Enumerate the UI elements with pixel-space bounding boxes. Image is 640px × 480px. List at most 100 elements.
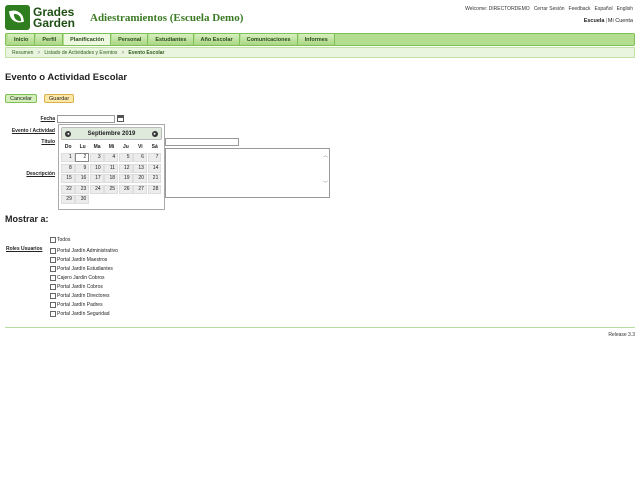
datepicker-day[interactable]: 12 bbox=[118, 163, 133, 173]
datepicker-day[interactable]: 15 bbox=[61, 174, 75, 184]
datepicker-day[interactable]: 3 bbox=[89, 153, 104, 163]
role-checkbox[interactable] bbox=[50, 237, 56, 243]
role-option[interactable]: Todos bbox=[50, 237, 70, 243]
tab-ano-escolar[interactable]: Año Escolar bbox=[194, 34, 240, 45]
tab-perfil[interactable]: Perfil bbox=[36, 34, 64, 45]
datepicker-day[interactable]: 16 bbox=[75, 174, 90, 184]
role-option[interactable]: Cajero Jardín Cobros bbox=[50, 275, 105, 281]
weekday-label: Mi bbox=[108, 144, 115, 151]
role-option[interactable]: Portal Jardín Seguridad bbox=[50, 311, 110, 317]
role-label: Cajero Jardín Cobros bbox=[57, 275, 105, 281]
datepicker-day[interactable]: 23 bbox=[75, 184, 90, 194]
datepicker-day[interactable]: 2 bbox=[75, 153, 90, 163]
datepicker-week-row: 15 16 17 18 19 20 21 bbox=[61, 174, 162, 185]
datepicker-month: Septiembre 2019 bbox=[87, 130, 136, 137]
datepicker-day[interactable]: 29 bbox=[61, 195, 75, 205]
tab-informes[interactable]: Informes bbox=[298, 34, 335, 45]
role-label: Todos bbox=[57, 237, 71, 243]
datepicker-empty-cell bbox=[148, 195, 162, 204]
datepicker-day[interactable]: 4 bbox=[104, 153, 119, 163]
role-option[interactable]: Portal Jardín Cobros bbox=[50, 284, 103, 290]
datepicker-day[interactable]: 17 bbox=[89, 174, 104, 184]
datepicker-day[interactable]: 20 bbox=[133, 174, 147, 184]
description-textarea[interactable]: ︿ ﹀ bbox=[165, 148, 330, 198]
prev-month-icon[interactable]: ◄ bbox=[65, 130, 71, 137]
title-input[interactable] bbox=[165, 138, 239, 146]
datepicker-grid: Do Lu Ma Mi Ju Vi Sá 1 2 3 4 5 6 7 8 9 10 11 12 13 14… bbox=[61, 142, 162, 205]
datepicker-day[interactable]: 18 bbox=[104, 174, 119, 184]
title-label: Título bbox=[41, 139, 55, 145]
lang-en-link[interactable]: English bbox=[617, 6, 633, 12]
save-button[interactable]: Guardar bbox=[44, 94, 75, 103]
calendar-icon[interactable] bbox=[117, 115, 124, 122]
datepicker-day[interactable]: 13 bbox=[133, 163, 147, 173]
role-option[interactable]: Portal Jardín Padres bbox=[50, 302, 103, 308]
datepicker-day[interactable]: 6 bbox=[133, 153, 147, 163]
breadcrumb-sep: > bbox=[121, 49, 125, 56]
date-input[interactable] bbox=[57, 115, 115, 123]
breadcrumb: Resumen > Listado de Actividades y Event… bbox=[5, 47, 635, 58]
grades-garden-logo[interactable]: Grades Garden bbox=[5, 5, 75, 30]
role-checkbox[interactable] bbox=[50, 302, 56, 308]
breadcrumb-home[interactable]: Resumen bbox=[12, 50, 33, 56]
breadcrumb-current: Evento Escolar bbox=[128, 49, 165, 56]
datepicker-day[interactable]: 26 bbox=[118, 184, 133, 194]
tab-inicio[interactable]: Inicio bbox=[8, 34, 36, 45]
feedback-link[interactable]: Feedback bbox=[569, 6, 591, 12]
role-checkbox[interactable] bbox=[50, 284, 56, 290]
weekday-label: Ju bbox=[122, 144, 129, 151]
datepicker-day[interactable]: 14 bbox=[147, 163, 162, 173]
scroll-up-icon[interactable]: ︿ bbox=[323, 152, 328, 159]
logo-text: Grades Garden bbox=[33, 6, 75, 29]
datepicker-day[interactable]: 10 bbox=[89, 163, 104, 173]
role-checkbox[interactable] bbox=[50, 293, 56, 299]
school-link[interactable]: Escuela bbox=[584, 18, 605, 24]
tab-comunicaciones[interactable]: Comunicaciones bbox=[240, 34, 298, 45]
weekday-label: Sá bbox=[151, 144, 158, 151]
datepicker-day[interactable]: 22 bbox=[61, 184, 75, 194]
datepicker-header: ◄ Septiembre 2019 ► bbox=[61, 127, 162, 140]
event-label: Evento / Actividad bbox=[11, 128, 55, 134]
my-account-link[interactable]: Mi Cuenta bbox=[608, 18, 633, 24]
datepicker-day[interactable]: 30 bbox=[75, 195, 90, 205]
tab-planificacion[interactable]: Planificación bbox=[64, 34, 112, 45]
logout-link[interactable]: Cerrar Sesión bbox=[534, 6, 565, 12]
datepicker-empty-cell bbox=[119, 195, 133, 204]
weekday-label: Ma bbox=[93, 144, 101, 151]
role-checkbox[interactable] bbox=[50, 275, 56, 281]
role-option[interactable]: Portal Jardín Estudiantes bbox=[50, 266, 113, 272]
leaf-icon bbox=[5, 5, 30, 30]
next-month-icon[interactable]: ► bbox=[151, 130, 158, 137]
datepicker-empty-cell bbox=[90, 195, 104, 204]
breadcrumb-list[interactable]: Listado de Actividades y Eventos bbox=[44, 50, 117, 56]
datepicker-day[interactable]: 1 bbox=[61, 153, 75, 163]
role-checkbox[interactable] bbox=[50, 311, 56, 317]
tab-estudiantes[interactable]: Estudiantes bbox=[149, 34, 194, 45]
role-label: Portal Jardín Maestros bbox=[57, 257, 108, 263]
welcome-text: Welcome: DIRECTORDEMO bbox=[465, 6, 530, 12]
role-option[interactable]: Portal Jardín Directores bbox=[50, 293, 110, 299]
top-links: Welcome: DIRECTORDEMO Cerrar Sesión Feed… bbox=[465, 6, 633, 12]
role-checkbox[interactable] bbox=[50, 248, 56, 254]
datepicker-day[interactable]: 27 bbox=[133, 184, 147, 194]
cancel-button[interactable]: Cancelar bbox=[5, 94, 38, 103]
datepicker-day[interactable]: 25 bbox=[104, 184, 119, 194]
datepicker-day[interactable]: 7 bbox=[147, 153, 162, 163]
datepicker-day[interactable]: 19 bbox=[118, 174, 133, 184]
role-checkbox[interactable] bbox=[50, 257, 56, 263]
lang-es-link[interactable]: Español bbox=[595, 6, 613, 12]
tab-personal[interactable]: Personal bbox=[112, 34, 149, 45]
datepicker-day[interactable]: 21 bbox=[147, 174, 162, 184]
scroll-down-icon[interactable]: ﹀ bbox=[323, 180, 328, 187]
role-checkbox[interactable] bbox=[50, 266, 56, 272]
role-option[interactable]: Portal Jardín Administrativo bbox=[50, 248, 118, 254]
datepicker-day[interactable]: 11 bbox=[104, 163, 119, 173]
datepicker-day[interactable]: 24 bbox=[89, 184, 104, 194]
datepicker-day[interactable]: 28 bbox=[147, 184, 162, 194]
breadcrumb-sep: > bbox=[37, 49, 41, 56]
datepicker-day[interactable]: 8 bbox=[61, 163, 75, 173]
role-option[interactable]: Portal Jardín Maestros bbox=[50, 257, 107, 263]
datepicker-day[interactable]: 5 bbox=[118, 153, 133, 163]
datepicker-day[interactable]: 9 bbox=[75, 163, 90, 173]
textarea-scrollbar[interactable]: ︿ ﹀ bbox=[323, 150, 328, 193]
